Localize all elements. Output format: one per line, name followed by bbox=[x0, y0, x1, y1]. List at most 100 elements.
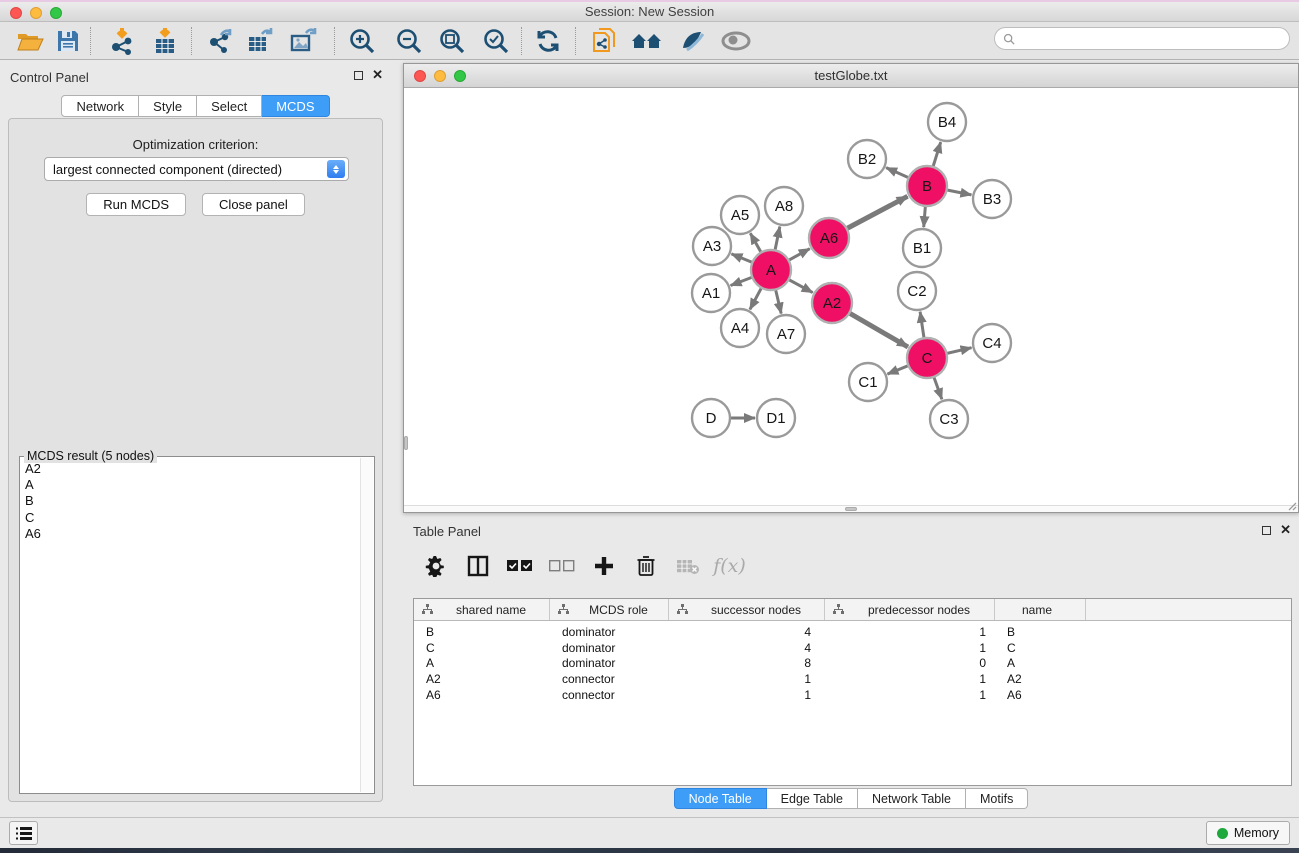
node-table[interactable]: shared nameMCDS rolesuccessor nodesprede… bbox=[413, 598, 1292, 786]
horizontal-scroll-thumb[interactable] bbox=[845, 507, 857, 511]
mcds-result-item[interactable]: A bbox=[21, 477, 359, 493]
node-B4[interactable]: B4 bbox=[928, 103, 966, 141]
node-A6[interactable]: A6 bbox=[809, 218, 849, 258]
table-cell[interactable]: A6 bbox=[414, 688, 550, 704]
create-column-button[interactable] bbox=[587, 550, 620, 582]
close-panel-button[interactable]: Close panel bbox=[202, 193, 305, 216]
network-zoom-button[interactable] bbox=[454, 70, 466, 82]
table-cell[interactable]: 1 bbox=[825, 641, 995, 657]
table-cell[interactable]: 8 bbox=[669, 656, 825, 672]
zoom-in-button[interactable] bbox=[345, 25, 379, 57]
column-header-successor-nodes[interactable]: successor nodes bbox=[669, 599, 825, 620]
table-cell[interactable]: C bbox=[414, 641, 550, 657]
float-panel-icon[interactable] bbox=[354, 71, 363, 80]
delete-table-button[interactable] bbox=[671, 550, 704, 582]
table-cell[interactable]: C bbox=[995, 641, 1086, 657]
minimize-window-button[interactable] bbox=[30, 7, 42, 19]
refresh-button[interactable] bbox=[531, 25, 565, 57]
tab-select[interactable]: Select bbox=[197, 95, 262, 117]
table-cell[interactable]: A bbox=[995, 656, 1086, 672]
table-cell[interactable]: 1 bbox=[825, 688, 995, 704]
close-window-button[interactable] bbox=[10, 7, 22, 19]
table-cell[interactable]: 1 bbox=[825, 672, 995, 688]
home-button[interactable] bbox=[630, 25, 664, 57]
select-all-columns-button[interactable] bbox=[503, 550, 536, 582]
node-C2[interactable]: C2 bbox=[898, 272, 936, 310]
node-B3[interactable]: B3 bbox=[973, 180, 1011, 218]
function-builder-button[interactable]: f(x) bbox=[713, 550, 746, 582]
mcds-result-item[interactable]: C bbox=[21, 510, 359, 526]
new-network-from-file-button[interactable] bbox=[588, 25, 622, 57]
node-D1[interactable]: D1 bbox=[757, 399, 795, 437]
node-A2[interactable]: A2 bbox=[812, 283, 852, 323]
search-input[interactable] bbox=[1020, 32, 1289, 46]
node-A[interactable]: A bbox=[751, 250, 791, 290]
network-minimize-button[interactable] bbox=[434, 70, 446, 82]
table-cell[interactable]: connector bbox=[550, 672, 669, 688]
tab-mcds[interactable]: MCDS bbox=[262, 95, 329, 117]
table-row[interactable]: Adominator80A bbox=[414, 656, 1291, 672]
export-network-button[interactable] bbox=[203, 25, 237, 57]
node-D[interactable]: D bbox=[692, 399, 730, 437]
table-cell[interactable]: A2 bbox=[414, 672, 550, 688]
column-header-shared-name[interactable]: shared name bbox=[414, 599, 550, 620]
memory-button[interactable]: Memory bbox=[1206, 821, 1290, 845]
table-cell[interactable]: 1 bbox=[669, 672, 825, 688]
import-table-button[interactable] bbox=[148, 25, 182, 57]
node-A5[interactable]: A5 bbox=[721, 196, 759, 234]
run-mcds-button[interactable]: Run MCDS bbox=[86, 193, 186, 216]
table-cell[interactable]: 0 bbox=[825, 656, 995, 672]
table-cell[interactable]: 1 bbox=[669, 688, 825, 704]
table-float-panel-icon[interactable] bbox=[1262, 526, 1271, 535]
tab-style[interactable]: Style bbox=[139, 95, 197, 117]
table-cell[interactable]: B bbox=[414, 625, 550, 641]
zoom-fit-button[interactable] bbox=[435, 25, 469, 57]
table-row[interactable]: Bdominator41B bbox=[414, 625, 1291, 641]
node-B1[interactable]: B1 bbox=[903, 229, 941, 267]
mcds-result-item[interactable]: B bbox=[21, 493, 359, 509]
graphics-details-button[interactable] bbox=[675, 25, 709, 57]
network-close-button[interactable] bbox=[414, 70, 426, 82]
mcds-result-item[interactable]: A2 bbox=[21, 461, 359, 477]
zoom-out-button[interactable] bbox=[392, 25, 426, 57]
node-B[interactable]: B bbox=[907, 166, 947, 206]
node-A3[interactable]: A3 bbox=[693, 227, 731, 265]
table-cell[interactable]: A bbox=[414, 656, 550, 672]
table-cell[interactable]: 4 bbox=[669, 625, 825, 641]
table-cell[interactable]: dominator bbox=[550, 641, 669, 657]
table-cell[interactable]: B bbox=[995, 625, 1086, 641]
column-header-name[interactable]: name bbox=[995, 599, 1086, 620]
export-image-button[interactable] bbox=[286, 25, 320, 57]
table-row[interactable]: Cdominator41C bbox=[414, 641, 1291, 657]
tab-node-table[interactable]: Node Table bbox=[674, 788, 767, 809]
table-cell[interactable]: A2 bbox=[995, 672, 1086, 688]
table-row[interactable]: A6connector11A6 bbox=[414, 688, 1291, 704]
show-columns-button[interactable] bbox=[461, 550, 494, 582]
column-header-predecessor-nodes[interactable]: predecessor nodes bbox=[825, 599, 995, 620]
tab-motifs[interactable]: Motifs bbox=[966, 788, 1028, 809]
zoom-window-button[interactable] bbox=[50, 7, 62, 19]
tab-network[interactable]: Network bbox=[61, 95, 139, 117]
criterion-select[interactable]: largest connected component (directed) bbox=[44, 157, 349, 181]
table-cell[interactable]: A6 bbox=[995, 688, 1086, 704]
node-A1[interactable]: A1 bbox=[692, 274, 730, 312]
horizontal-scrollbar[interactable] bbox=[404, 505, 1298, 512]
deselect-all-columns-button[interactable] bbox=[545, 550, 578, 582]
table-close-panel-icon[interactable]: ✕ bbox=[1280, 525, 1291, 535]
node-B2[interactable]: B2 bbox=[848, 140, 886, 178]
table-cell[interactable]: 4 bbox=[669, 641, 825, 657]
import-network-button[interactable] bbox=[105, 25, 139, 57]
resize-grip[interactable] bbox=[1286, 500, 1297, 511]
tab-network-table[interactable]: Network Table bbox=[858, 788, 966, 809]
open-session-button[interactable] bbox=[13, 25, 47, 57]
table-row[interactable]: A2connector11A2 bbox=[414, 672, 1291, 688]
column-header-MCDS-role[interactable]: MCDS role bbox=[550, 599, 669, 620]
close-panel-icon[interactable]: ✕ bbox=[372, 70, 383, 80]
network-canvas[interactable]: B4B2BB3A8A5A6A3B1AA1C2A2A4A7C4CC1C3DD1 bbox=[404, 88, 1298, 505]
export-table-button[interactable] bbox=[243, 25, 277, 57]
delete-column-button[interactable] bbox=[629, 550, 662, 582]
tab-edge-table[interactable]: Edge Table bbox=[767, 788, 858, 809]
zoom-selected-button[interactable] bbox=[479, 25, 513, 57]
result-scrollbar[interactable] bbox=[360, 458, 373, 792]
node-A7[interactable]: A7 bbox=[767, 315, 805, 353]
